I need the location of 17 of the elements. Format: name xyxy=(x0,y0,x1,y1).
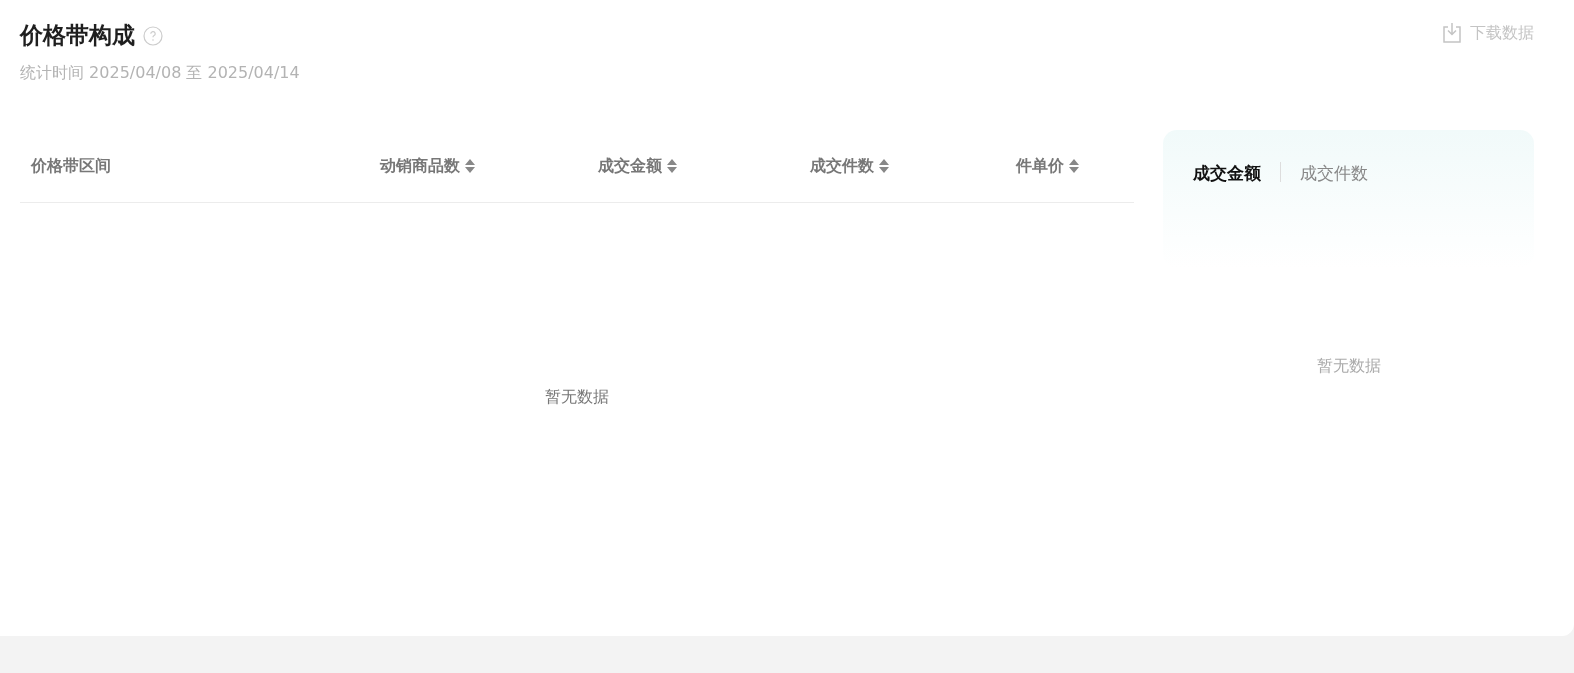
column-header: 动销商品数 xyxy=(380,155,460,177)
metric-tab[interactable]: 成交金额 xyxy=(1193,162,1261,185)
download-button[interactable]: 下载数据 xyxy=(1442,22,1534,44)
sort-icon[interactable] xyxy=(879,159,889,173)
empty-state-text: 暂无数据 xyxy=(544,387,610,408)
download-icon xyxy=(1442,22,1462,44)
metric-tab[interactable]: 成交件数 xyxy=(1300,162,1368,185)
date-range-text: 统计时间 2025/04/08 至 2025/04/14 xyxy=(20,63,300,84)
column-header: 成交金额 xyxy=(598,155,662,177)
column-header: 成交件数 xyxy=(810,155,874,177)
sort-icon[interactable] xyxy=(1069,159,1079,173)
empty-state-text: 暂无数据 xyxy=(1315,356,1382,377)
section-title: 价格带构成 xyxy=(20,21,135,50)
column-header: 件单价 xyxy=(1016,155,1064,177)
column-header: 价格带区间 xyxy=(31,155,111,177)
sort-icon[interactable] xyxy=(465,159,475,173)
sort-icon[interactable] xyxy=(667,159,677,173)
